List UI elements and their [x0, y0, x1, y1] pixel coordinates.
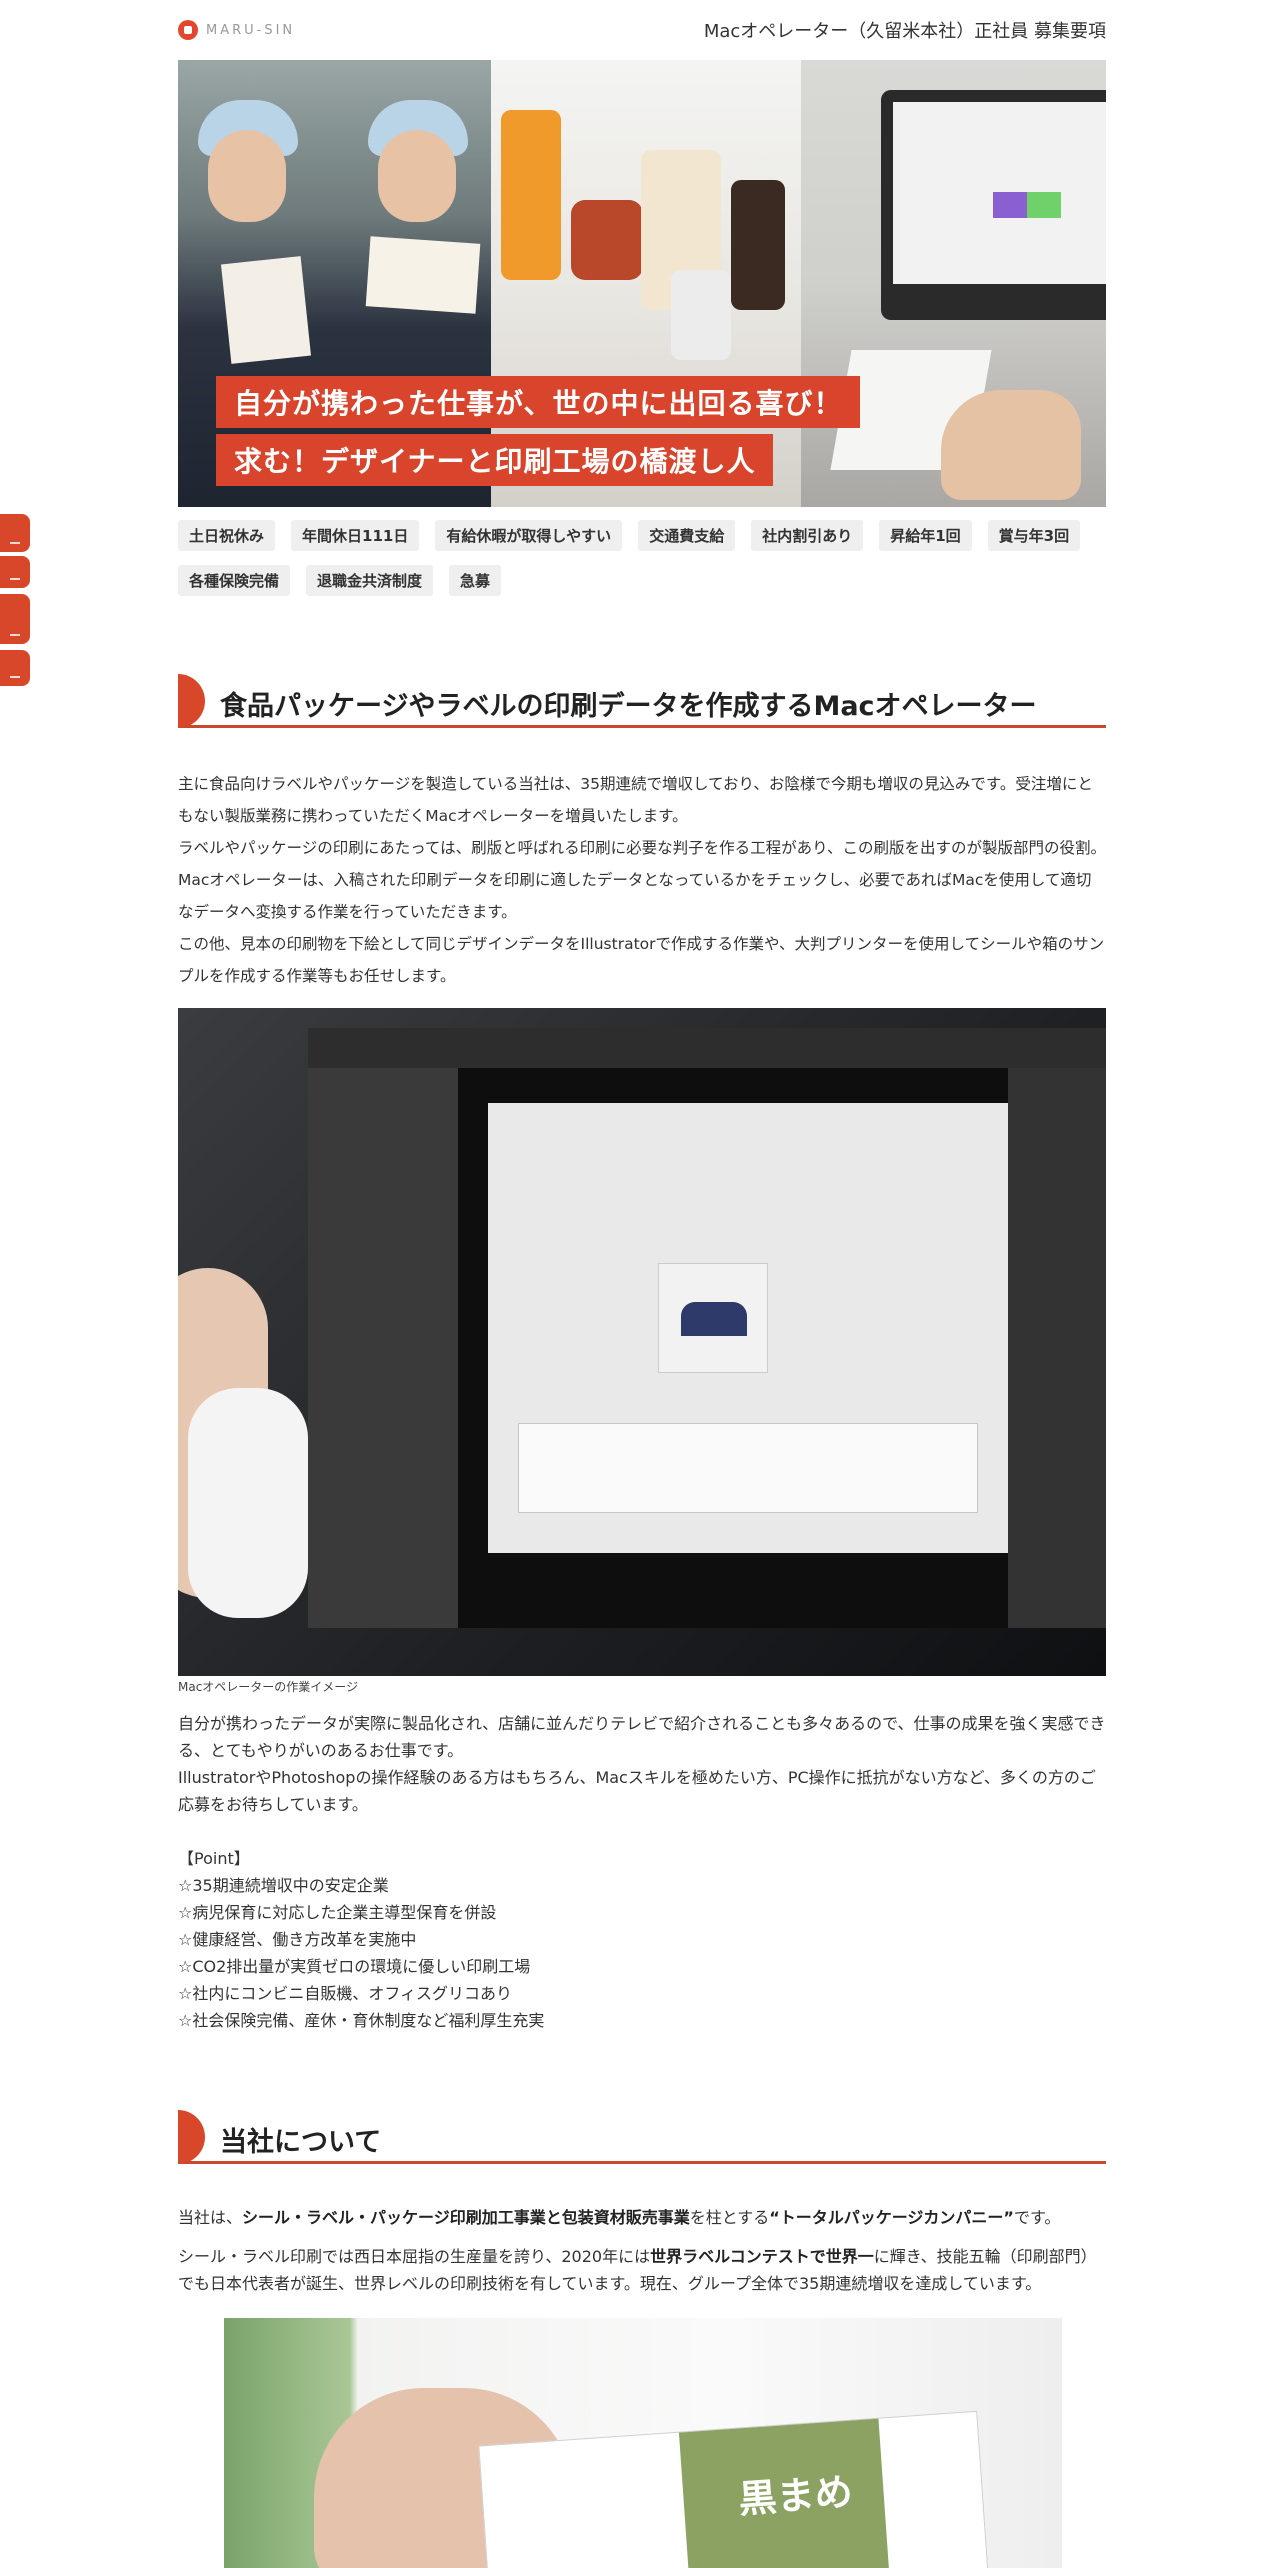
- point-item: ☆社内にコンビニ自販機、オフィスグリコあり: [178, 1984, 513, 2003]
- company-logo[interactable]: MARU-SIN: [178, 20, 295, 40]
- company-paragraph-1: 当社は、シール・ラベル・パッケージ印刷加工事業と包装資材販売事業を柱とする“トー…: [178, 2208, 1061, 2227]
- point-heading: 【Point】: [178, 1849, 250, 1868]
- job-paragraph-2: ラベルやパッケージの印刷にあたっては、刷版と呼ばれる印刷に必要な判子を作る工程が…: [178, 839, 1106, 921]
- point-item: ☆病児保育に対応した企業主導型保育を併設: [178, 1903, 497, 1922]
- label-design-icon: [658, 1263, 768, 1373]
- work-photo: [178, 1008, 1106, 1676]
- tag-item: 昇給年1回: [879, 520, 972, 551]
- company-photo: 黒まめ: [224, 2318, 1062, 2568]
- body-line: [178, 1818, 1106, 1845]
- job-paragraph-1: 主に食品向けラベルやパッケージを製造している当社は、35期連続で増収しており、お…: [178, 775, 1093, 825]
- company-description: 当社は、シール・ラベル・パッケージ印刷加工事業と包装資材販売事業を柱とする“トー…: [178, 2204, 1106, 2297]
- tag-item: 退職金共済制度: [306, 565, 434, 596]
- tag-item: 土日祝休み: [178, 520, 276, 551]
- point-item: ☆社会保険完備、産休・育休制度など福利厚生充実: [178, 2011, 545, 2030]
- side-tab-1[interactable]: [0, 514, 30, 552]
- company-paragraph-2: シール・ラベル印刷では西日本屈指の生産量を誇り、2020年には世界ラベルコンテス…: [178, 2247, 1097, 2293]
- side-tab-4[interactable]: [0, 650, 30, 686]
- feature-tags: 土日祝休み 年間休日111日 有給休暇が取得しやすい 交通費支給 社内割引あり …: [178, 520, 1106, 596]
- heading-accent: [178, 674, 205, 728]
- heading-accent: [178, 2110, 205, 2164]
- job-title: Macオペレーター（久留米本社）正社員 募集要項: [703, 21, 1106, 42]
- tag-item: 交通費支給: [638, 520, 736, 551]
- point-item: ☆健康経営、働き方改革を実施中: [178, 1930, 417, 1949]
- tag-item: 急募: [449, 565, 502, 596]
- side-tab-2[interactable]: [0, 556, 30, 588]
- section-title: 当社について: [220, 2127, 382, 2158]
- point-item: ☆CO2排出量が実質ゼロの環境に優しい印刷工場: [178, 1957, 531, 1976]
- job-paragraph-3: この他、見本の印刷物を下絵として同じデザインデータをIllustratorで作成…: [178, 935, 1105, 985]
- hero-caption-2: 求む！デザイナーと印刷工場の橋渡し人: [216, 434, 774, 486]
- hero-caption-1: 自分が携わった仕事が、世の中に出回る喜び！: [216, 376, 861, 428]
- tag-item: 賞与年3回: [987, 520, 1081, 551]
- section-title: 食品パッケージやラベルの印刷データを作成するMacオペレーター: [220, 691, 1037, 722]
- tag-item: 社内割引あり: [751, 520, 864, 551]
- tag-item: 有給休暇が取得しやすい: [435, 520, 623, 551]
- hero-image: 自分が携わった仕事が、世の中に出回る喜び！ 求む！デザイナーと印刷工場の橋渡し人: [178, 60, 1106, 507]
- logo-text: MARU-SIN: [206, 22, 296, 38]
- site-header: MARU-SIN Macオペレーター（久留米本社）正社員 募集要項: [178, 0, 1106, 60]
- tag-item: 年間休日111日: [291, 520, 420, 551]
- hero-photo-mac: [801, 60, 1106, 507]
- section-heading-company: 当社について: [178, 2110, 1106, 2164]
- job-points: 自分が携わったデータが実際に製品化され、店舗に並んだりテレビで紹介されることも多…: [178, 1710, 1106, 2034]
- photo-caption: Macオペレーターの作業イメージ: [178, 1680, 359, 1694]
- job-description: 主に食品向けラベルやパッケージを製造している当社は、35期連続で増収しており、お…: [178, 768, 1106, 992]
- body-line: 自分が携わったデータが実際に製品化され、店舗に並んだりテレビで紹介されることも多…: [178, 1714, 1106, 1760]
- tag-item: 各種保険完備: [178, 565, 291, 596]
- side-tab-3[interactable]: [0, 594, 30, 644]
- logo-icon: [178, 20, 198, 40]
- package-label: 黒まめ: [737, 2468, 855, 2522]
- point-item: ☆35期連続増収中の安定企業: [178, 1876, 389, 1895]
- section-heading-job: 食品パッケージやラベルの印刷データを作成するMacオペレーター: [178, 674, 1106, 728]
- body-line: IllustratorやPhotoshopの操作経験のある方はもちろん、Macス…: [178, 1768, 1096, 1814]
